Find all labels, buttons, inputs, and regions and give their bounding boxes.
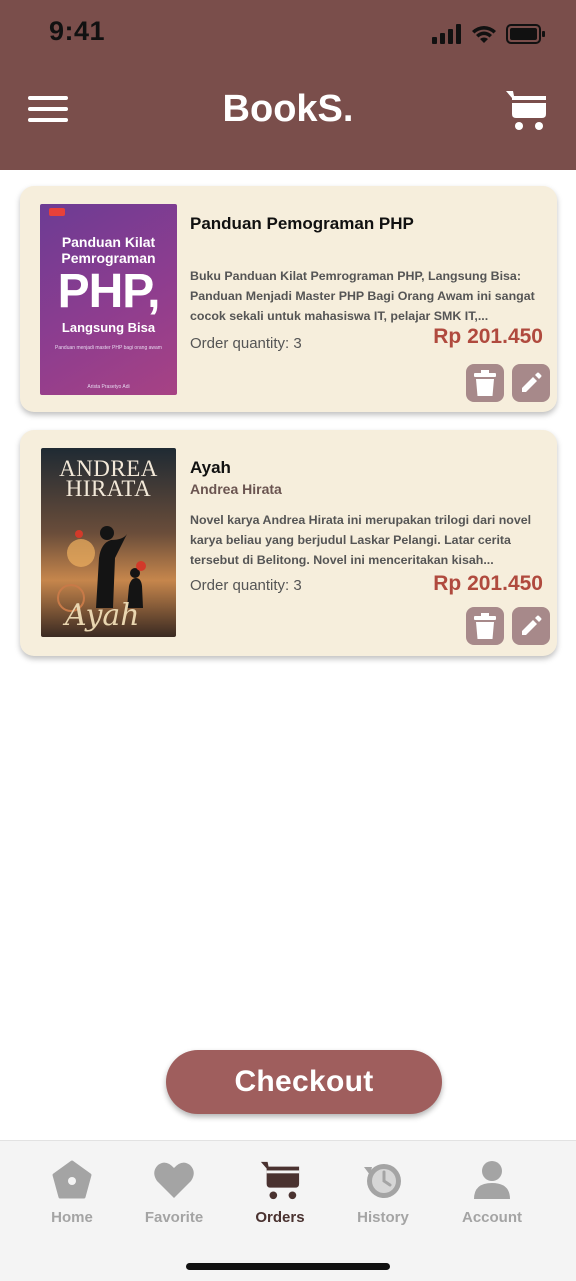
cover-line1: Panduan Kilat bbox=[61, 234, 156, 250]
person-icon bbox=[474, 1161, 510, 1199]
tab-label: History bbox=[357, 1209, 409, 1226]
delete-button[interactable] bbox=[466, 364, 504, 402]
delete-button[interactable] bbox=[466, 607, 504, 645]
tab-label: Account bbox=[462, 1209, 522, 1226]
book-cover: ANDREA HIRATA Ayah bbox=[41, 448, 176, 637]
tab-label: Orders bbox=[255, 1209, 305, 1226]
checkout-button[interactable]: Checkout bbox=[166, 1050, 442, 1114]
tab-account[interactable]: Account bbox=[442, 1155, 542, 1226]
signal-icon bbox=[432, 24, 461, 44]
history-icon bbox=[364, 1164, 401, 1198]
cover-subtitle: Panduan menjadi master PHP bagi orang aw… bbox=[55, 345, 162, 351]
pencil-icon bbox=[522, 615, 542, 635]
app-title: BookS. bbox=[222, 88, 354, 130]
cart-button[interactable] bbox=[504, 88, 548, 132]
book-author: Andrea Hirata bbox=[190, 481, 282, 497]
home-indicator bbox=[186, 1263, 390, 1270]
tab-favorite[interactable]: Favorite bbox=[124, 1155, 224, 1226]
tab-label: Home bbox=[51, 1209, 93, 1226]
tab-label: Favorite bbox=[144, 1209, 204, 1226]
bottom-tab-bar: Home Favorite Orders History Account bbox=[0, 1140, 576, 1281]
pencil-icon bbox=[522, 372, 542, 392]
cover-script-title: Ayah bbox=[65, 598, 140, 633]
cover-author: Arista Prasetyo Adi bbox=[87, 384, 130, 390]
edit-button[interactable] bbox=[512, 607, 550, 645]
status-icons bbox=[432, 22, 546, 46]
book-title: Panduan Pemograman PHP bbox=[190, 214, 414, 233]
book-price: Rp 201.450 bbox=[433, 325, 543, 348]
book-cover: Panduan Kilat Pemrograman PHP, Langsung … bbox=[40, 204, 177, 395]
cart-icon bbox=[506, 91, 546, 130]
cart-icon bbox=[260, 1161, 300, 1200]
book-title: Ayah bbox=[190, 458, 231, 477]
book-price: Rp 201.450 bbox=[433, 572, 543, 595]
cover-line3: Langsung Bisa bbox=[61, 320, 156, 335]
trash-icon bbox=[474, 370, 496, 396]
cover-big: PHP, bbox=[57, 265, 161, 318]
book-description: Novel karya Andrea Hirata ini merupakan … bbox=[190, 513, 532, 567]
tab-history[interactable]: History bbox=[333, 1155, 433, 1226]
publisher-logo bbox=[49, 208, 65, 216]
heart-icon bbox=[154, 1162, 194, 1198]
battery-icon bbox=[506, 24, 545, 44]
status-time: 9:41 bbox=[49, 16, 106, 46]
book-description: Buku Panduan Kilat Pemrograman PHP, Lang… bbox=[190, 269, 535, 323]
trash-icon bbox=[474, 613, 496, 639]
edit-button[interactable] bbox=[512, 364, 550, 402]
order-item-card: Panduan Kilat Pemrograman PHP, Langsung … bbox=[20, 186, 557, 412]
wifi-icon bbox=[472, 26, 496, 43]
home-icon bbox=[52, 1160, 92, 1199]
order-item-card: ANDREA HIRATA Ayah Ayah Andrea Hirata No… bbox=[20, 430, 557, 656]
tab-orders[interactable]: Orders bbox=[230, 1155, 330, 1226]
order-quantity: Order quantity: 3 bbox=[190, 577, 302, 594]
app-header: 9:41 BookS. bbox=[0, 0, 576, 170]
order-quantity: Order quantity: 3 bbox=[190, 335, 302, 352]
tab-home[interactable]: Home bbox=[22, 1155, 122, 1226]
